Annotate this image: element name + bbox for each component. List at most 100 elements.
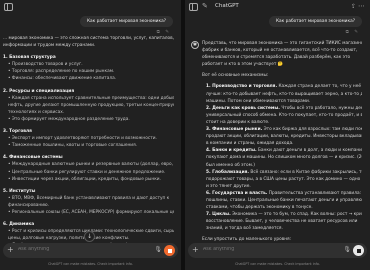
- composer: + 🎙: [3, 243, 178, 258]
- line-text: продают акции, облигации, валюты, кредит…: [206, 134, 362, 140]
- response-line: • Центральные банки регулируют ставки и …: [3, 169, 174, 176]
- response-line: машины. Потом они обмениваются товарами.: [202, 98, 362, 105]
- line-text: подорожают товары, а в США цены растут. …: [206, 176, 362, 182]
- mic-icon[interactable]: 🎙: [154, 246, 162, 253]
- response-line: 3. Финансовые рынки. Это как биржа для в…: [202, 126, 362, 133]
- message-actions[interactable]: ⧉ ✎: [346, 29, 360, 35]
- response-line: пошлины, ставки. Центральные банки печат…: [202, 197, 362, 204]
- more-options-icon[interactable]: ⋯: [358, 2, 365, 10]
- response-line: лучше: кто-то добывает нефть, кто-то выр…: [202, 91, 362, 98]
- message-input[interactable]: [203, 247, 283, 252]
- section-heading: 2. Ресурсы и специализация: [3, 88, 174, 95]
- response-line: • Каждая страна использует сравнительные…: [3, 95, 174, 102]
- response-line: и это тянет другие.: [202, 183, 362, 190]
- bold-term: 4. Банки и кредиты.: [206, 148, 257, 154]
- new-chat-icon[interactable]: ✎: [202, 2, 208, 10]
- response-line: в компании и страны, ожидая дохода.: [202, 140, 362, 147]
- line-text: универсальный способ обмена. Кто-то поку…: [206, 112, 362, 118]
- line-text: обмениваются и стремятся заработать. Дав…: [202, 55, 351, 61]
- stop-generating-button[interactable]: [353, 245, 364, 256]
- response-line: Вот её основные механизмы:: [202, 72, 362, 79]
- line-text: • Экспорт и импорт удовлетворяют потребн…: [8, 136, 157, 142]
- line-text: технологиях и сервисах.: [8, 109, 65, 115]
- mic-icon[interactable]: 🎙: [343, 246, 351, 253]
- line-text: восстановление. Бывает, у человечества н…: [206, 219, 358, 225]
- line-text: Представь, что мировая экономика — это г…: [202, 41, 362, 46]
- response-line: • Инвестиции через акции, облигации, кре…: [3, 176, 174, 183]
- line-text: информации и трудом между странами.: [3, 43, 96, 49]
- line-text: • Региональные союзы (ЕС, АСЕАН, МЕРКОСУ…: [8, 209, 174, 215]
- response-line: финансированию.: [3, 202, 174, 209]
- attach-icon[interactable]: +: [192, 245, 199, 254]
- response-line: 6. Государства и власть. Правительства у…: [202, 190, 362, 197]
- bold-term: 3. Финансовые рынки.: [206, 127, 263, 133]
- line-text: • Инвестиции через акции, облигации, кре…: [8, 176, 161, 182]
- line-text: лучше: кто-то добывает нефть, кто-то выр…: [206, 91, 362, 97]
- model-selector[interactable]: ChatGPT: [215, 3, 239, 9]
- sidebar-toggle-icon[interactable]: [4, 3, 13, 11]
- line-text: в компании и страны, ожидая дохода.: [206, 141, 294, 147]
- section-heading: 6. Динамика: [3, 221, 174, 228]
- line-text: покупают дома и машины. Но слишком много…: [206, 155, 362, 161]
- section-heading: 1. Базовая структура: [3, 54, 174, 61]
- response-line: информации и трудом между странами.: [3, 42, 174, 49]
- response-line: 5. Глобализация. Всё связано: если в Кит…: [202, 169, 362, 176]
- line-text: финансированию.: [8, 202, 49, 208]
- response-line: • Производство товаров и услуг.: [3, 61, 174, 68]
- message-input[interactable]: [18, 247, 98, 252]
- section-heading: 5. Институты: [3, 188, 174, 195]
- section-heading: 3. Торговля: [3, 128, 174, 135]
- response-line: • Международные валютные рынки и резервн…: [3, 161, 174, 168]
- stop-generating-button[interactable]: [164, 245, 175, 256]
- assistant-response: ... мировая экономика — это сложная сист…: [3, 35, 174, 257]
- response-line: ... мировая экономика — это сложная сист…: [3, 35, 174, 42]
- response-line: стоит на доверии к валюте.: [202, 119, 362, 126]
- share-icon[interactable]: ⇪: [351, 3, 356, 10]
- line-text: • Финансы: обеспечивают движение капитал…: [8, 76, 117, 82]
- response-line: 1. Производство и торговля. Каждая стран…: [202, 83, 362, 90]
- bold-term: 7. Циклы.: [206, 212, 231, 218]
- bold-term: 1. Производство и торговля.: [206, 84, 278, 90]
- sidebar-toggle-icon[interactable]: [189, 3, 198, 11]
- section-heading: 4. Финансовые системы: [3, 154, 174, 161]
- line-text: работает и кто в этом участвует 🤔: [202, 62, 284, 68]
- attach-icon[interactable]: +: [7, 245, 14, 254]
- response-line: • Торговля: распределение по нашим рынка…: [3, 68, 174, 75]
- line-text: машины. Потом они обмениваются товарами.: [206, 98, 311, 104]
- line-text: • Таможенные пошлины, квоты и торговые с…: [8, 143, 138, 149]
- response-line: знаний, и тогда всё замедляется.: [202, 225, 362, 232]
- response-line: • Экспорт и импорт удовлетворяют потребн…: [3, 135, 174, 142]
- response-line: технологиях и сервисах.: [3, 109, 174, 116]
- line-text: нефть, другие делают промышленную продук…: [8, 102, 174, 108]
- line-text: • Каждая страна использует сравнительные…: [8, 95, 174, 101]
- line-text: цены, долговые нагрузки, политические ко…: [8, 236, 130, 242]
- response-line: ставками, чтобы держать экономику в тону…: [202, 204, 362, 211]
- bold-term: 5. Глобализация.: [206, 169, 249, 175]
- disclaimer: ChatGPT can make mistakes. Check importa…: [48, 262, 133, 266]
- left-topbar: [0, 0, 181, 14]
- response-line: универсальный способ обмена. Кто-то поку…: [202, 112, 362, 119]
- line-text: Всё связано: если в Китае фабрики закрыл…: [250, 169, 362, 175]
- line-text: 3. Торговля: [3, 129, 32, 135]
- response-line: Представь, что мировая экономика — это г…: [202, 40, 362, 47]
- line-text: • Торговля: распределение по нашим рынка…: [8, 69, 115, 75]
- response-line: 2. Деньги как кровь системы. Чтобы всё э…: [202, 105, 362, 112]
- line-text: • Это формирует международное разделение…: [8, 116, 130, 122]
- scroll-down-icon[interactable]: ↓: [84, 231, 95, 242]
- response-line: • Региональные союзы (ЕС, АСЕАН, МЕРКОСУ…: [3, 209, 174, 216]
- response-line: • ВТО, МВФ, Всемирный банк устанавливают…: [3, 195, 174, 202]
- composer: + 🎙: [188, 243, 367, 258]
- response-line: нефть, другие делают промышленную продук…: [3, 102, 174, 109]
- response-line: • Таможенные пошлины, квоты и торговые с…: [3, 142, 174, 149]
- user-message-bubble: Как работает мировая экономика?: [268, 16, 362, 27]
- line-text: Экономика — это то бум, то спад. Как вол…: [230, 212, 362, 218]
- line-text: Банки дают деньги в долг, а люди и компа…: [256, 148, 362, 154]
- line-text: 1. Базовая структура: [3, 55, 56, 61]
- right-chat-pane: ✎ ChatGPT ⇪ ⋯ Как работает мировая эконо…: [185, 0, 370, 270]
- line-text: Вот её основные механизмы:: [202, 73, 269, 79]
- line-text: и это тянет другие.: [206, 183, 251, 189]
